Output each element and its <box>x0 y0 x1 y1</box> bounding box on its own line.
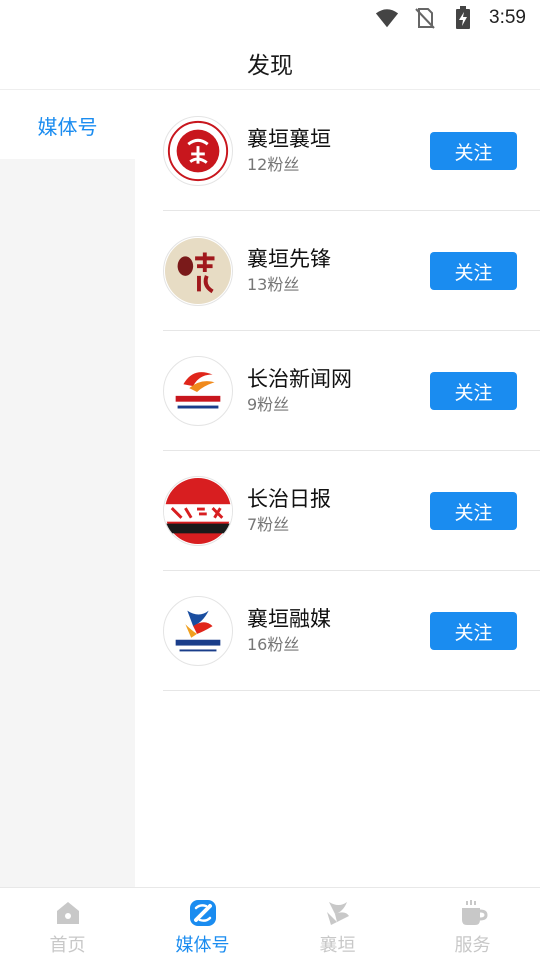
media-name: 长治日报 <box>247 487 331 511</box>
follow-button[interactable]: 关注 <box>430 252 517 290</box>
page-title: 发现 <box>247 52 293 79</box>
list-item[interactable]: 长治日报 7粉丝 关注 <box>163 451 540 571</box>
media-name: 襄垣融媒 <box>247 607 331 631</box>
sidebar: 媒体号 <box>0 91 135 887</box>
sidebar-item-label: 媒体号 <box>37 114 98 139</box>
media-name: 襄垣襄垣 <box>247 127 331 151</box>
fan-count: 12粉丝 <box>247 155 300 174</box>
changzhi-news-logo-icon <box>163 355 233 426</box>
media-name: 襄垣先锋 <box>247 247 331 271</box>
tab-xiangyuan[interactable]: 襄垣 <box>270 888 405 960</box>
status-bar: 3:59 <box>0 0 540 36</box>
fan-count: 13粉丝 <box>247 275 300 294</box>
tab-label: 服务 <box>454 935 491 956</box>
fan-count: 7粉丝 <box>247 515 290 534</box>
fan-count: 9粉丝 <box>247 395 290 414</box>
follow-button[interactable]: 关注 <box>430 132 517 170</box>
fan-count: 16粉丝 <box>247 635 300 654</box>
battery-charging-icon <box>451 6 475 30</box>
app-header: 发现 <box>0 36 540 90</box>
clock-time: 3:59 <box>489 7 526 28</box>
tab-media[interactable]: 媒体号 <box>135 888 270 960</box>
changzhi-daily-logo-icon <box>163 475 233 546</box>
media-list: 襄垣襄垣 12粉丝 关注 襄垣先锋 13粉丝 关注 长治新闻网 9粉丝 关注 长… <box>163 91 540 691</box>
wifi-icon <box>375 6 399 30</box>
tab-home[interactable]: 首页 <box>0 888 135 960</box>
tab-label: 媒体号 <box>175 935 230 956</box>
tab-label: 首页 <box>49 935 86 956</box>
list-item[interactable]: 襄垣融媒 16粉丝 关注 <box>163 571 540 691</box>
red-seal-logo-icon <box>163 115 233 186</box>
media-icon <box>188 898 218 928</box>
follow-button[interactable]: 关注 <box>430 492 517 530</box>
service-cup-icon <box>458 898 488 928</box>
xiangyuan-media-logo-icon <box>163 595 233 666</box>
tab-service[interactable]: 服务 <box>405 888 540 960</box>
follow-button[interactable]: 关注 <box>430 372 517 410</box>
calligraphy-logo-icon <box>163 235 233 306</box>
list-item[interactable]: 襄垣先锋 13粉丝 关注 <box>163 211 540 331</box>
no-sim-icon <box>413 6 437 30</box>
xiangyuan-icon <box>323 898 353 928</box>
follow-button[interactable]: 关注 <box>430 612 517 650</box>
tab-label: 襄垣 <box>319 935 356 956</box>
media-name: 长治新闻网 <box>247 367 352 391</box>
list-item[interactable]: 襄垣襄垣 12粉丝 关注 <box>163 91 540 211</box>
bottom-tab-bar: 首页 媒体号 襄垣 服务 <box>0 887 540 960</box>
home-icon <box>53 898 83 928</box>
list-item[interactable]: 长治新闻网 9粉丝 关注 <box>163 331 540 451</box>
sidebar-item-media[interactable]: 媒体号 <box>0 91 135 159</box>
